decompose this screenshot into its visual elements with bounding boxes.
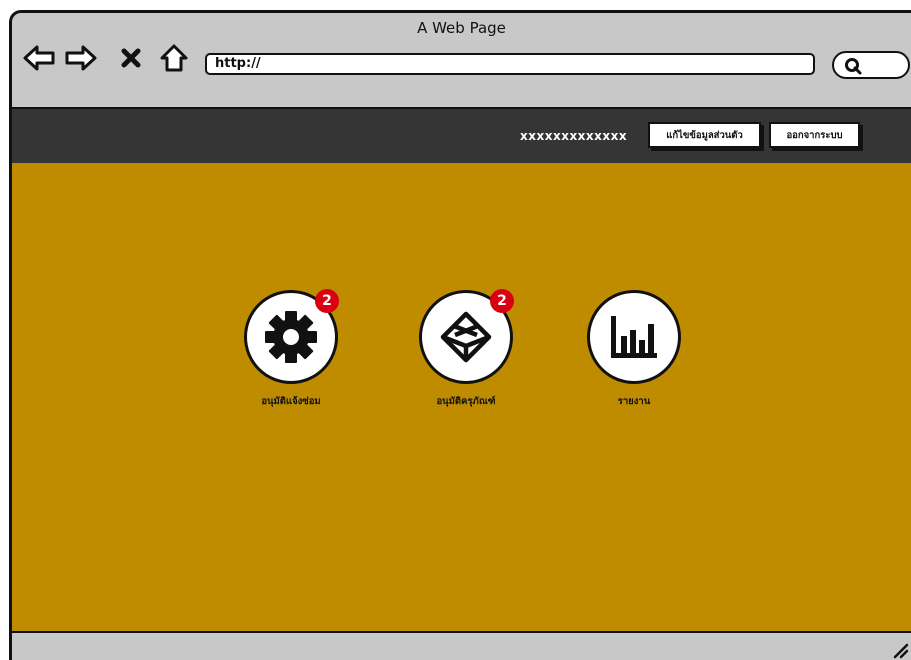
menu-item-label: อนุมัติครุภัณฑ์ — [436, 396, 496, 407]
bar-chart-icon — [611, 316, 657, 358]
logout-button[interactable]: ออกจากระบบ — [769, 122, 860, 148]
main-content: 2 อนุมัติแจ้งซ่อม 2 อนุมัติครุภัณฑ์ รายง… — [12, 163, 911, 634]
menu-item-icon-circle — [587, 290, 681, 384]
resize-grip-icon[interactable] — [889, 641, 909, 660]
box-icon — [440, 311, 492, 363]
home-icon[interactable] — [156, 41, 192, 75]
back-arrow-icon[interactable] — [22, 41, 56, 75]
url-input[interactable]: http:// — [205, 53, 815, 75]
menu-item-repair-approval[interactable]: 2 อนุมัติแจ้งซ่อม — [226, 289, 356, 409]
forward-arrow-icon[interactable] — [64, 41, 98, 75]
menu-item-label: รายงาน — [617, 396, 651, 407]
edit-profile-button[interactable]: แก้ไขข้อมูลส่วนตัว — [648, 122, 761, 148]
menu-item-report[interactable]: รายงาน — [569, 290, 699, 409]
gear-icon — [265, 311, 317, 363]
search-icon — [845, 58, 862, 75]
browser-window: A Web Page http:// xxxxxxxxxxxxx แก้ไขข้… — [9, 10, 911, 660]
menu-item-icon-circle: 2 — [419, 289, 514, 384]
menu-item-label: อนุมัติแจ้งซ่อม — [261, 396, 321, 407]
status-bar — [12, 633, 911, 660]
close-icon[interactable] — [116, 41, 146, 75]
top-navigation-bar: xxxxxxxxxxxxx แก้ไขข้อมูลส่วนตัว ออกจากร… — [12, 107, 911, 163]
window-title: A Web Page — [417, 19, 506, 37]
menu-item-icon-circle: 2 — [244, 289, 339, 384]
url-text: http:// — [215, 56, 261, 71]
username-label: xxxxxxxxxxxxx — [520, 129, 628, 143]
notification-badge: 2 — [315, 289, 339, 313]
menu-item-asset-approval[interactable]: 2 อนุมัติครุภัณฑ์ — [401, 289, 531, 409]
search-button[interactable] — [832, 51, 910, 79]
notification-badge: 2 — [490, 289, 514, 313]
